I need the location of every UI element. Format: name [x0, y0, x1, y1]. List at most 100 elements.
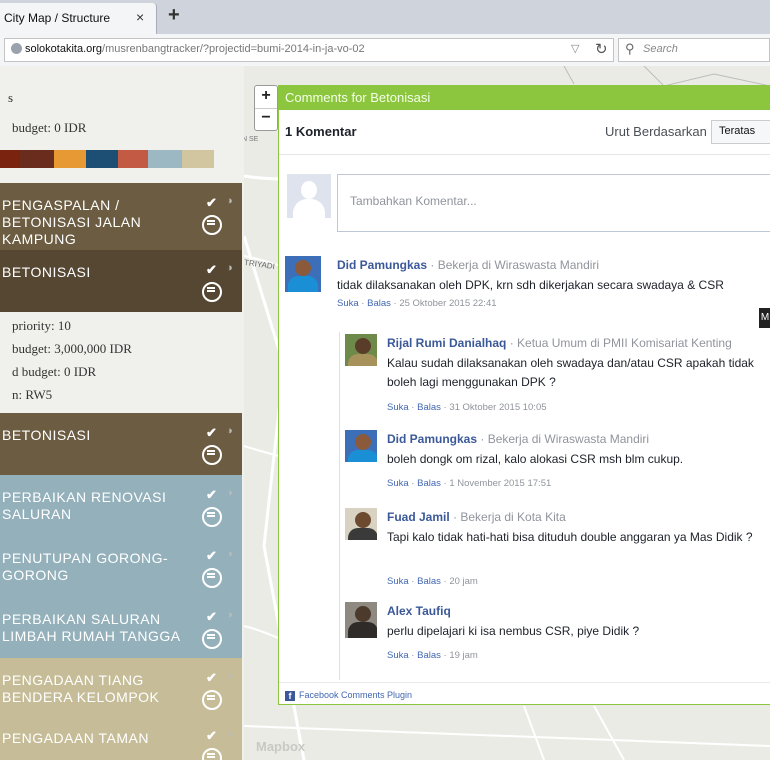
address-bar[interactable]: solokotakita.org/musrenbangtracker/?proj… — [4, 38, 614, 62]
comment-icon[interactable] — [202, 445, 222, 465]
site-info-icon[interactable] — [11, 43, 22, 54]
status-dot-icon: ◑ — [226, 609, 233, 621]
divider — [279, 154, 770, 155]
project-item-label: PENGASPALAN / BETONISASI JALAN KAMPUNG — [2, 197, 142, 247]
url-host: solokotakita.org — [25, 43, 103, 55]
commenter-avatar[interactable] — [345, 508, 377, 540]
current-user-avatar — [287, 174, 331, 218]
check-icon[interactable]: ✔ — [206, 670, 217, 686]
url-dropdown-icon[interactable]: ▽ — [571, 42, 579, 55]
commenter-name[interactable]: Alex Taufiq — [387, 604, 451, 618]
commenter-name[interactable]: Did Pamungkas — [337, 258, 427, 272]
commenter-avatar[interactable] — [285, 256, 321, 292]
comment-icon[interactable] — [202, 215, 222, 235]
comment-icon[interactable] — [202, 690, 222, 710]
commenter-name[interactable]: Fuad Jamil — [387, 510, 450, 524]
project-item[interactable]: PENUTUPAN GORONG-GORONG ✔ ◑ — [0, 536, 242, 597]
comment-header: Did Pamungkas · Bekerja di Wiraswasta Ma… — [337, 258, 599, 272]
project-item[interactable]: PENGADAAN TIANG BENDERA KELOMPOK ✔ ◑ — [0, 658, 242, 716]
commenter-name[interactable]: Rijal Rumi Danialhaq — [387, 336, 506, 350]
comment-header: Did Pamungkas · Bekerja di Wiraswasta Ma… — [387, 432, 649, 446]
reload-icon[interactable]: ↻ — [595, 40, 608, 58]
comment-time: 25 Oktober 2015 22:41 — [399, 298, 497, 309]
search-icon: ⚲ — [625, 41, 635, 56]
reply-link[interactable]: Balas — [417, 576, 441, 587]
status-dot-icon: ◑ — [226, 728, 233, 740]
close-tab-icon[interactable]: × — [136, 9, 144, 25]
like-link[interactable]: Suka — [387, 478, 409, 489]
status-dot-icon: ◑ — [226, 262, 233, 274]
project-item[interactable]: PENGASPALAN / BETONISASI JALAN KAMPUNG ✔… — [0, 183, 242, 250]
comment-time: 19 jam — [449, 650, 478, 661]
reply-link[interactable]: Balas — [417, 650, 441, 661]
check-icon[interactable]: ✔ — [206, 487, 217, 503]
check-icon[interactable]: ✔ — [206, 609, 217, 625]
comment-text: Kalau sudah dilaksanakan oleh swadaya da… — [387, 356, 754, 389]
like-link[interactable]: Suka — [387, 576, 409, 587]
divider — [279, 682, 770, 683]
like-link[interactable]: Suka — [337, 298, 359, 309]
comment-icon[interactable] — [202, 507, 222, 527]
comment-time: 31 Oktober 2015 10:05 — [449, 402, 547, 413]
reply-link[interactable]: Balas — [417, 402, 441, 413]
sort-value: Teratas — [719, 125, 756, 137]
avatar-body — [348, 622, 377, 638]
status-dot-icon: ◑ — [226, 670, 233, 682]
address-toolbar: solokotakita.org/musrenbangtracker/?proj… — [0, 34, 770, 67]
comment-icon[interactable] — [202, 629, 222, 649]
commenter-name[interactable]: Did Pamungkas — [387, 432, 477, 446]
comment-icon[interactable] — [202, 568, 222, 588]
map-road-label: N SE — [242, 136, 259, 143]
project-sidebar: s budget: 0 IDR PENGASPALAN / BETONISASI… — [0, 66, 244, 760]
commenter-avatar[interactable] — [345, 602, 377, 638]
comment-text: tidak dilaksanakan oleh DPK, krn sdh dik… — [337, 278, 724, 292]
zoom-in-button[interactable]: + — [255, 86, 277, 109]
commenter-role: · Bekerja di Kota Kita — [449, 510, 566, 524]
avatar-head — [355, 338, 371, 354]
project-item[interactable]: PERBAIKAN RENOVASI SALURAN ✔ ◑ — [0, 475, 242, 536]
mapbox-attribution[interactable]: Mapbox — [256, 739, 305, 754]
comment-meta: Suka · Balas · 31 Oktober 2015 10:05 — [387, 402, 547, 413]
reply-link[interactable]: Balas — [367, 298, 391, 309]
check-icon[interactable]: ✔ — [206, 548, 217, 564]
avatar-silhouette-head — [301, 181, 317, 199]
dialog-title: Comments for Betonisasi — [285, 90, 431, 105]
browser-tab-bar: City Map / Structure × + — [0, 0, 770, 34]
reply-link[interactable]: Balas — [417, 478, 441, 489]
project-item[interactable]: PENGADAAN TAMAN ✔ ◑ — [0, 716, 242, 760]
like-link[interactable]: Suka — [387, 402, 409, 413]
avatar-head — [355, 606, 371, 622]
budget-summary: budget: 0 IDR — [12, 120, 87, 135]
tab-title: City Map / Structure — [4, 11, 111, 25]
comment-meta: Suka · Balas · 19 jam — [387, 650, 478, 661]
comment-header: Rijal Rumi Danialhaq · Ketua Umum di PMI… — [387, 336, 732, 350]
sort-dropdown[interactable]: Teratas — [711, 120, 770, 144]
category-swatch — [20, 150, 54, 168]
status-dot-icon: ◑ — [226, 195, 233, 207]
plugin-credit[interactable]: Facebook Comments Plugin — [299, 690, 412, 700]
new-tab-button[interactable]: + — [168, 4, 180, 27]
comment-time: 20 jam — [449, 576, 478, 587]
zoom-out-button[interactable]: − — [255, 108, 277, 130]
comment-input[interactable]: Tambahkan Komentar... — [337, 174, 770, 232]
like-link[interactable]: Suka — [387, 650, 409, 661]
more-button[interactable]: M — [759, 308, 770, 328]
category-swatch — [148, 150, 182, 168]
category-swatch — [182, 150, 214, 168]
check-icon[interactable]: ✔ — [206, 728, 217, 744]
comment-icon[interactable] — [202, 748, 222, 760]
commenter-avatar[interactable] — [345, 430, 377, 462]
commenter-avatar[interactable] — [345, 334, 377, 366]
project-item-selected[interactable]: BETONISASI ✔ ◑ — [0, 250, 242, 312]
browser-tab[interactable]: City Map / Structure × — [0, 3, 157, 34]
comment-meta: Suka · Balas · 20 jam — [387, 576, 478, 587]
search-field[interactable]: ⚲ Search — [618, 38, 770, 62]
check-icon[interactable]: ✔ — [206, 262, 217, 278]
check-icon[interactable]: ✔ — [206, 195, 217, 211]
project-item-label: BETONISASI — [2, 427, 91, 443]
comment: Did Pamungkas · Bekerja di Wiraswasta Ma… — [285, 256, 770, 322]
check-icon[interactable]: ✔ — [206, 425, 217, 441]
comment-icon[interactable] — [202, 282, 222, 302]
project-item[interactable]: BETONISASI ✔ ◑ — [0, 413, 242, 475]
project-item[interactable]: PERBAIKAN SALURAN LIMBAH RUMAH TANGGA ✔ … — [0, 597, 242, 658]
